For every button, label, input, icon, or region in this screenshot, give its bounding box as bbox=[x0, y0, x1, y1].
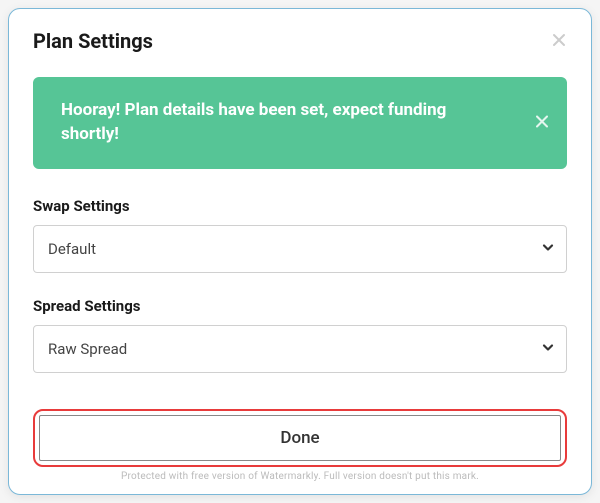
swap-settings-label: Swap Settings bbox=[33, 197, 567, 215]
swap-settings-select-wrapper: Default bbox=[33, 225, 567, 273]
swap-settings-field: Swap Settings Default bbox=[33, 197, 567, 273]
close-icon[interactable] bbox=[551, 31, 567, 51]
spread-settings-select[interactable]: Raw Spread bbox=[33, 325, 567, 373]
plan-settings-modal: Plan Settings Hooray! Plan details have … bbox=[8, 8, 592, 495]
spread-settings-label: Spread Settings bbox=[33, 297, 567, 315]
spread-settings-field: Spread Settings Raw Spread bbox=[33, 297, 567, 373]
done-button[interactable]: Done bbox=[39, 415, 561, 461]
success-alert: Hooray! Plan details have been set, expe… bbox=[33, 77, 567, 169]
alert-close-icon[interactable] bbox=[535, 112, 549, 133]
spread-settings-select-wrapper: Raw Spread bbox=[33, 325, 567, 373]
modal-title: Plan Settings bbox=[33, 29, 153, 53]
modal-header: Plan Settings bbox=[33, 29, 567, 53]
done-highlight: Done bbox=[33, 409, 567, 467]
watermark-text: Protected with free version of Watermark… bbox=[33, 471, 567, 482]
alert-message: Hooray! Plan details have been set, expe… bbox=[61, 99, 517, 147]
swap-settings-select[interactable]: Default bbox=[33, 225, 567, 273]
